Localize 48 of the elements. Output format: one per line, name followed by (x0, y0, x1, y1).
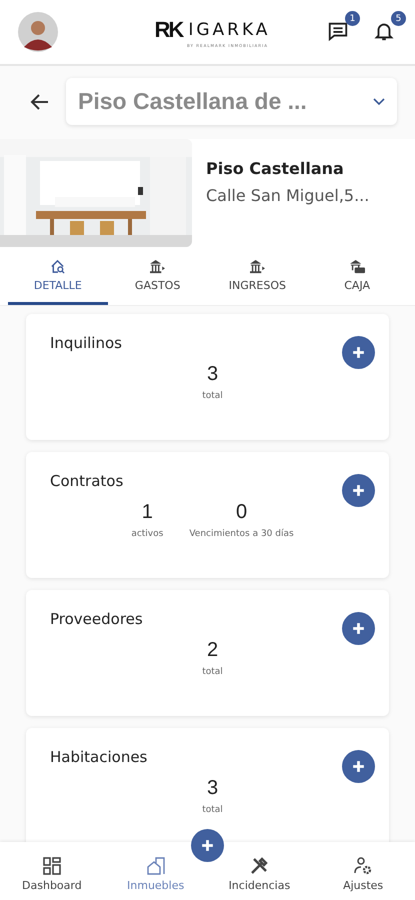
message-count-badge: 1 (345, 11, 360, 26)
plus-icon (351, 483, 366, 498)
plus-icon (351, 759, 366, 774)
user-settings-icon (353, 856, 374, 876)
stat-label: total (202, 391, 223, 401)
card-title: Inquilinos (50, 334, 122, 352)
stat-value: 1 (142, 501, 153, 524)
house-search-icon (49, 259, 66, 274)
tab[interactable]: DETALLE (8, 257, 108, 305)
stat-value: 3 (206, 363, 218, 386)
stat-value: 0 (236, 501, 248, 524)
logo-mark: RK (154, 16, 182, 42)
building-icon (146, 856, 166, 876)
logo-name: IGARKA (188, 20, 270, 40)
stat-value: 3 (206, 777, 218, 800)
bank-icon (149, 259, 166, 274)
avatar-icon[interactable] (18, 12, 58, 52)
bank-icon (248, 259, 266, 274)
property-name: Piso Castellana (206, 159, 345, 178)
nav-item[interactable]: Dashboard (0, 842, 104, 900)
card-title: Contratos (50, 472, 124, 490)
card-title: Proveedores (50, 610, 143, 628)
tools-icon (249, 856, 270, 876)
chevron-down-icon (373, 98, 385, 106)
tab[interactable]: INGRESOS (208, 257, 308, 305)
notification-count-badge: 5 (391, 11, 406, 26)
add-button[interactable] (342, 612, 375, 645)
cash-register-icon (348, 259, 366, 274)
dashboard-icon (42, 856, 62, 876)
stat-label: Vencimientos a 30 días (189, 529, 294, 539)
chat-icon[interactable] (327, 20, 349, 42)
nav-item[interactable]: Inmuebles (104, 842, 208, 900)
stat-label: activos (131, 529, 164, 539)
stat-label: total (202, 805, 223, 815)
plus-icon (351, 345, 366, 360)
stat-value: 2 (206, 639, 218, 662)
add-button[interactable] (342, 750, 375, 783)
plus-icon (200, 838, 215, 853)
add-button[interactable] (342, 336, 375, 369)
nav-item[interactable]: Ajustes (311, 842, 415, 900)
tab[interactable]: CAJA (307, 257, 407, 305)
add-button[interactable] (342, 474, 375, 507)
property-address: Calle San Miguel,5... (206, 186, 370, 205)
plus-icon (351, 621, 366, 636)
nav-item[interactable]: Incidencias (208, 842, 312, 900)
tab[interactable]: GASTOS (108, 257, 208, 305)
card-title: Habitaciones (50, 748, 148, 766)
stat-label: total (202, 667, 223, 677)
